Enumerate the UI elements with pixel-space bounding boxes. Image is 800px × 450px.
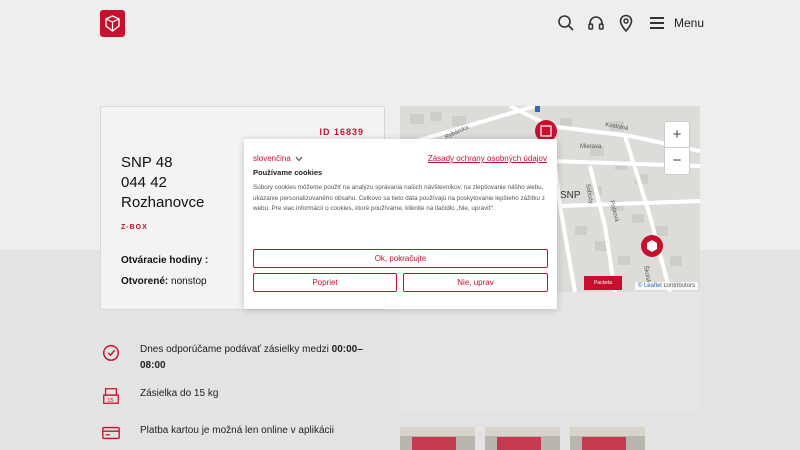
photo-thumbnail-1[interactable] [400, 427, 475, 450]
recommended-time-text: Dnes odporúčame podávať zásielky medzi 0… [140, 342, 380, 374]
payment-info-text: Platba kartou je možná len online v apli… [140, 425, 334, 436]
address-zip: 044 42 [121, 174, 167, 191]
pickup-point-type: Z-BOX [121, 224, 148, 231]
pickup-point-id: ID 16839 [319, 127, 364, 137]
opening-hours-label: Otváracie hodiny : [121, 255, 209, 266]
photo-thumbnail-2[interactable] [485, 427, 560, 450]
open-label: Otvorené: [121, 276, 169, 287]
photo-thumbnail-3[interactable] [570, 427, 645, 450]
opening-status: Otvorené: nonstop [121, 276, 207, 287]
cookie-description: Súbory cookies môžeme použiť na analýzu … [253, 184, 545, 212]
packeta-logo[interactable] [100, 10, 125, 37]
hamburger-icon [650, 17, 664, 29]
menu-button[interactable]: Menu [650, 13, 704, 33]
search-icon[interactable] [557, 14, 575, 32]
zoom-out-button[interactable]: − [665, 148, 689, 174]
street-label-3: Mierova [580, 144, 602, 150]
menu-label: Menu [674, 16, 705, 30]
street-label-7: SNP [560, 190, 581, 201]
attribution-rest: contributors [661, 283, 695, 289]
weight-box-icon: 15 [103, 388, 119, 404]
weight-limit-text: Zásielka do 15 kg [140, 388, 219, 399]
cookie-consent-dialog: slovenčina Zásady ochrany osobných údajo… [244, 139, 557, 309]
customize-cookies-button[interactable]: Nie, uprav [403, 273, 548, 292]
cookie-title: Používame cookies [253, 168, 323, 177]
location-pin-icon[interactable] [617, 14, 635, 32]
privacy-policy-link[interactable]: Zásady ochrany osobných údajov [428, 154, 547, 163]
map-attribution: © Leaflet contributors [634, 282, 698, 290]
zoom-in-button[interactable]: + [665, 122, 689, 148]
map-zoom-control: + − [664, 121, 690, 175]
headset-icon[interactable] [587, 14, 605, 32]
map-placeholder-area [400, 292, 700, 410]
map-packeta-badge: Packeta [584, 276, 622, 290]
open-value: nonstop [168, 276, 207, 287]
clock-icon [103, 344, 119, 361]
address-city: Rozhanovce [121, 194, 205, 211]
box-logo-icon [105, 15, 120, 32]
pickup-point-address: SNP 48 044 42 Rozhanovce [121, 153, 204, 213]
chevron-down-icon [295, 156, 303, 161]
accept-cookies-button[interactable]: Ok, pokračujte [253, 249, 548, 268]
info-row-recommended-time: Dnes odporúčame podávať zásielky medzi 0… [100, 342, 380, 374]
site-header: Menu [0, 0, 800, 46]
leaflet-link[interactable]: © Leaflet [638, 283, 662, 289]
language-label: slovenčina [253, 154, 291, 163]
info-row-payment: Platba kartou je možná len online v apli… [100, 423, 380, 443]
card-payment-icon [102, 426, 120, 440]
reject-cookies-button[interactable]: Popriet [253, 273, 397, 292]
info-row-weight: 15 Zásielka do 15 kg [100, 386, 380, 406]
language-selector[interactable]: slovenčina [253, 154, 303, 163]
address-street: SNP 48 [121, 154, 173, 171]
recommended-time-label: Dnes odporúčame podávať zásielky medzi [140, 344, 332, 355]
svg-text:15: 15 [107, 398, 113, 404]
